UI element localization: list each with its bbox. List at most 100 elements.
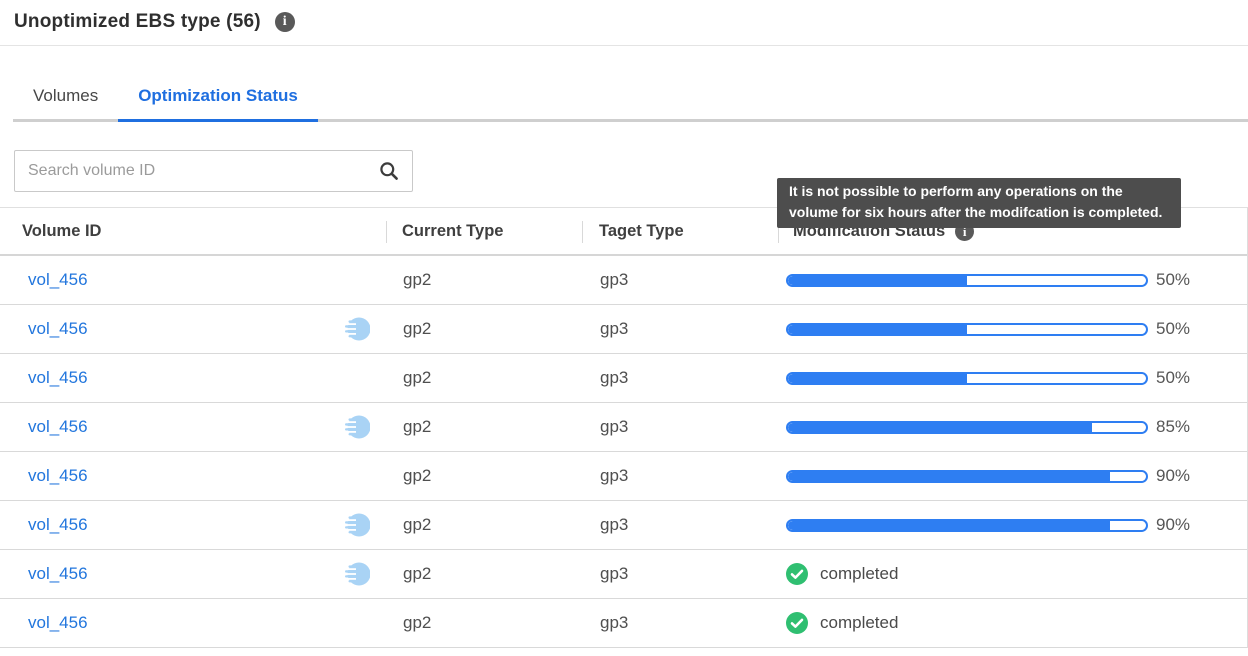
page-title: Unoptimized EBS type (56) [14,11,261,33]
progress-group: 50% [786,270,1190,290]
current-type-cell: gp2 [386,305,582,353]
speed-icon [342,414,370,440]
modification-status-cell: completed [778,599,1247,647]
progress-bar [786,519,1148,532]
tab-volumes[interactable]: Volumes [13,86,118,119]
table-row: vol_456 gp2 [0,501,1247,550]
volume-id-cell: vol_456 [0,550,386,598]
progress-bar [786,274,1148,287]
column-header-volume-id: Volume ID [0,208,386,254]
table-row: vol_456 gp2 [0,550,1247,599]
completed-check-icon [786,612,808,634]
current-type-cell: gp2 [386,599,582,647]
target-type-cell: gp3 [582,403,778,451]
volume-id-link[interactable]: vol_456 [28,515,88,535]
table-row: vol_456 gp2 [0,403,1247,452]
target-type-cell: gp3 [582,550,778,598]
modification-status-cell: 85% [778,403,1247,451]
tabs-bar: Volumes Optimization Status [13,86,1248,122]
modification-status-cell: 50% [778,354,1247,402]
current-type-cell: gp2 [386,256,582,304]
modification-status-tooltip: It is not possible to perform any operat… [777,178,1181,228]
progress-bar [786,323,1148,336]
table-row: vol_456 gp2 [0,305,1247,354]
target-type-cell: gp3 [582,354,778,402]
speed-icon [342,561,370,587]
progress-group: 85% [786,417,1190,437]
search-box [14,150,413,192]
progress-label: 50% [1156,319,1190,339]
column-divider [582,221,583,243]
table-row: vol_456 gp2 [0,256,1247,305]
progress-label: 50% [1156,368,1190,388]
search-icon[interactable] [379,161,399,181]
current-type-cell: gp2 [386,452,582,500]
target-type-cell: gp3 [582,305,778,353]
volume-id-link[interactable]: vol_456 [28,466,88,486]
progress-group: 90% [786,515,1190,535]
progress-group: 50% [786,319,1190,339]
completed-label: completed [820,564,898,584]
volume-id-cell: vol_456 [0,599,386,647]
tab-optimization-status[interactable]: Optimization Status [118,86,318,122]
column-header-target-type: Taget Type [582,208,778,254]
target-type-cell: gp3 [582,452,778,500]
table-row: vol_456 gp2 [0,452,1247,501]
progress-fill [788,521,1110,530]
progress-bar [786,470,1148,483]
column-divider [386,221,387,243]
target-type-cell: gp3 [582,599,778,647]
progress-fill [788,423,1092,432]
column-header-current-type: Current Type [386,208,582,254]
completed-label: completed [820,613,898,633]
completed-group: completed [786,612,898,634]
volume-id-link[interactable]: vol_456 [28,564,88,584]
modification-status-cell: 90% [778,501,1247,549]
speed-icon [342,512,370,538]
volume-id-link[interactable]: vol_456 [28,613,88,633]
progress-label: 90% [1156,515,1190,535]
progress-fill [788,472,1110,481]
progress-label: 90% [1156,466,1190,486]
volume-id-link[interactable]: vol_456 [28,270,88,290]
volume-id-cell: vol_456 [0,354,386,402]
progress-fill [788,374,967,383]
table-body: vol_456 gp2 [0,256,1247,648]
target-type-cell: gp3 [582,501,778,549]
volume-id-link[interactable]: vol_456 [28,368,88,388]
current-type-cell: gp2 [386,501,582,549]
current-type-cell: gp2 [386,354,582,402]
search-input[interactable] [28,162,379,180]
page-header: Unoptimized EBS type (56) i [0,0,1248,46]
volume-id-cell: vol_456 [0,403,386,451]
progress-label: 85% [1156,417,1190,437]
progress-bar [786,372,1148,385]
table-row: vol_456 gp2 [0,354,1247,403]
tooltip-text: It is not possible to perform any operat… [789,183,1162,220]
modification-status-cell: completed [778,550,1247,598]
progress-group: 90% [786,466,1190,486]
modification-status-cell: 50% [778,256,1247,304]
progress-group: 50% [786,368,1190,388]
completed-check-icon [786,563,808,585]
progress-bar [786,421,1148,434]
current-type-cell: gp2 [386,403,582,451]
modification-status-cell: 50% [778,305,1247,353]
volume-id-cell: vol_456 [0,256,386,304]
target-type-cell: gp3 [582,256,778,304]
current-type-cell: gp2 [386,550,582,598]
volume-id-link[interactable]: vol_456 [28,319,88,339]
completed-group: completed [786,563,898,585]
volume-id-cell: vol_456 [0,452,386,500]
table-row: vol_456 gp2 [0,599,1247,648]
modification-status-cell: 90% [778,452,1247,500]
volume-id-cell: vol_456 [0,305,386,353]
volume-id-link[interactable]: vol_456 [28,417,88,437]
progress-label: 50% [1156,270,1190,290]
volumes-table: Volume ID Current Type Taget Type Modifi… [0,207,1248,648]
volume-id-cell: vol_456 [0,501,386,549]
progress-fill [788,325,967,334]
progress-fill [788,276,967,285]
info-icon[interactable]: i [275,12,295,32]
speed-icon [342,316,370,342]
